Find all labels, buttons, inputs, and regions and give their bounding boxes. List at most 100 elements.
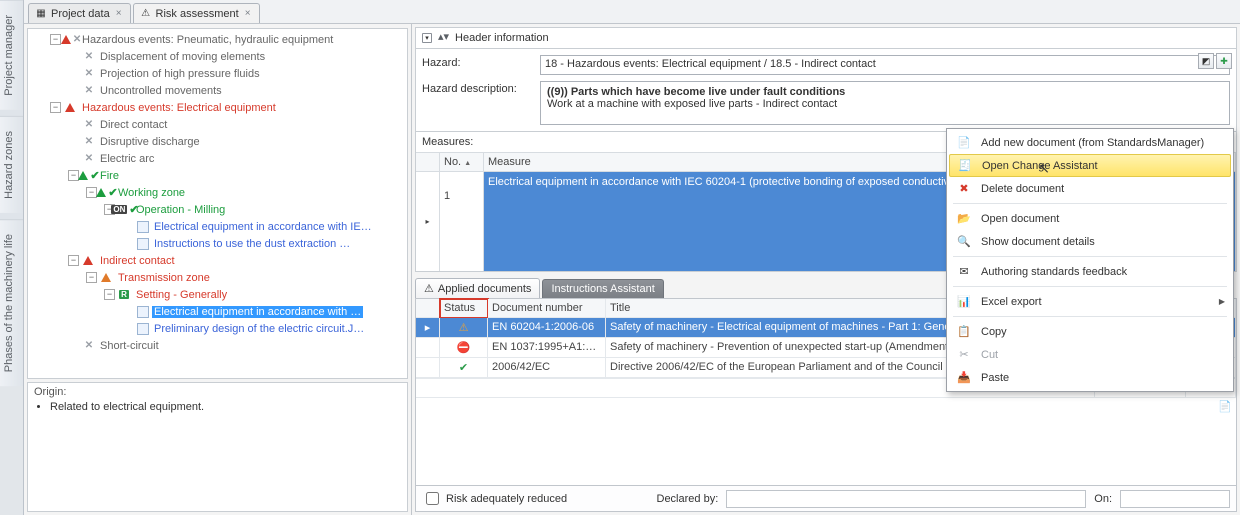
tree-group-node[interactable]: − Indirect contact: [32, 252, 405, 269]
tree-group-node[interactable]: −✔Working zone: [32, 184, 405, 201]
on-label: On:: [1094, 493, 1112, 505]
database-icon: ▦: [35, 8, 47, 20]
tree-item-node[interactable]: ✕Uncontrolled movements: [32, 82, 405, 99]
menu-item[interactable]: 📥Paste: [949, 366, 1231, 389]
tree-item-node[interactable]: ✕Projection of high pressure fluids: [32, 65, 405, 82]
header-title: Header information: [455, 32, 549, 44]
measures-rowheader: [416, 152, 440, 171]
tree-group-node[interactable]: −Hazardous events: Electrical equipment: [32, 99, 405, 116]
excel-icon: 📊: [955, 295, 973, 308]
origin-bullet: Related to electrical equipment.: [50, 401, 401, 413]
tree-doc-node[interactable]: Instructions to use the dust extraction …: [32, 235, 405, 252]
form-area: ◩ ✚ Hazard: 18 - Hazardous events: Elect…: [415, 49, 1237, 132]
cell-document-number: EN 60204-1:2006-06: [488, 318, 606, 338]
expander-icon[interactable]: −: [50, 102, 61, 113]
tree-item-node[interactable]: ✕Displacement of moving elements: [32, 48, 405, 65]
tab-instructions-assistant[interactable]: Instructions Assistant: [542, 279, 663, 298]
measures-rowhandle[interactable]: ▸: [416, 171, 440, 271]
tree-item-node[interactable]: ✕Short-circuit: [32, 337, 405, 354]
tab-project-data[interactable]: ▦ Project data ×: [28, 3, 131, 23]
on-date-input[interactable]: [1120, 490, 1230, 508]
tree-node-label: Preliminary design of the electric circu…: [152, 323, 366, 335]
expander-icon[interactable]: −: [50, 34, 61, 45]
hazard-field[interactable]: 18 - Hazardous events: Electrical equipm…: [540, 55, 1230, 75]
tree-doc-node[interactable]: Preliminary design of the electric circu…: [32, 320, 405, 337]
menu-item[interactable]: ✉Authoring standards feedback: [949, 260, 1231, 283]
expander-icon[interactable]: −: [68, 255, 79, 266]
origin-label: Origin:: [34, 386, 401, 398]
chevron-down-icon[interactable]: ▾: [422, 33, 432, 43]
hazard-description-field[interactable]: ((9)) Parts which have become live under…: [540, 81, 1230, 125]
menu-item[interactable]: 📋Copy: [949, 320, 1231, 343]
menu-item[interactable]: 🔍Show document details: [949, 230, 1231, 253]
menu-item-label: Open document: [981, 213, 1059, 225]
document-tabstrip: ▦ Project data × ⚠ Risk assessment ×: [24, 0, 1240, 24]
status-icon: ⛔: [440, 338, 488, 358]
measures-cell-no: 1: [440, 171, 484, 271]
tree-group-node[interactable]: −RSetting - Generally: [32, 286, 405, 303]
risk-reduced-input[interactable]: [426, 492, 439, 505]
tab-label: Project data: [51, 8, 110, 20]
docs-col-status[interactable]: Status: [440, 299, 488, 318]
tree-node-label: Setting - Generally: [134, 289, 229, 301]
open-icon: 📂: [955, 212, 973, 225]
tree-node-label: Instructions to use the dust extraction …: [152, 238, 352, 250]
menu-item[interactable]: 🧾Open Change Assistant: [949, 154, 1231, 177]
menu-item[interactable]: 📂 Open document: [949, 207, 1231, 230]
expander-icon[interactable]: −: [68, 170, 79, 181]
feedback-icon: ✉: [955, 265, 973, 278]
hazard-description-label: Hazard description:: [422, 81, 534, 95]
collapse-icon[interactable]: ▴▾: [438, 35, 449, 41]
tree-node-label: Operation - Milling: [134, 204, 227, 216]
declared-by-label: Declared by:: [657, 493, 719, 505]
expander-icon[interactable]: −: [86, 187, 97, 198]
cell-document-number: EN 1037:1995+A1:2008: [488, 338, 606, 358]
tree-item-node[interactable]: ✕Disruptive discharge: [32, 133, 405, 150]
hazard-tree[interactable]: −✕Hazardous events: Pneumatic, hydraulic…: [27, 28, 408, 379]
hazard-picker-button[interactable]: ◩: [1198, 53, 1214, 69]
declared-by-input[interactable]: [726, 490, 1086, 508]
tree-item-node[interactable]: ✕Direct contact: [32, 116, 405, 133]
risk-reduced-checkbox[interactable]: Risk adequately reduced: [422, 489, 567, 508]
status-icon: ✔: [440, 358, 488, 378]
tree-item-node[interactable]: ✕Electric arc: [32, 150, 405, 167]
tree-group-node[interactable]: −ON✔Operation - Milling: [32, 201, 405, 218]
expander-icon[interactable]: −: [104, 289, 115, 300]
docs-open-icon[interactable]: 📄: [1218, 400, 1232, 413]
tree-group-node[interactable]: −Transmission zone: [32, 269, 405, 286]
vertical-tab-project-manager[interactable]: Project manager: [0, 0, 23, 110]
copy-icon: 📋: [955, 325, 973, 338]
row-handle[interactable]: ▸: [416, 318, 440, 338]
hazard-description-line2: Work at a machine with exposed live part…: [547, 98, 1223, 110]
tree-doc-node[interactable]: Electrical equipment in accordance with …: [32, 218, 405, 235]
warning-icon: ⚠: [140, 8, 152, 20]
hazard-add-button[interactable]: ✚: [1216, 53, 1232, 69]
footer-bar: Risk adequately reduced Declared by: On:: [415, 486, 1237, 512]
close-icon[interactable]: ×: [243, 8, 253, 19]
tree-node-label: Displacement of moving elements: [98, 51, 267, 63]
menu-item[interactable]: 📊Excel export▶: [949, 290, 1231, 313]
tree-doc-node[interactable]: Electrical equipment in accordance with …: [32, 303, 405, 320]
row-handle[interactable]: [416, 338, 440, 358]
measures-col-no[interactable]: No. ▲: [440, 152, 484, 171]
row-handle[interactable]: [416, 358, 440, 378]
menu-item[interactable]: 📄Add new document (from StandardsManager…: [949, 131, 1231, 154]
docs-col-number[interactable]: Document number: [488, 299, 606, 318]
vertical-tab-hazard-zones[interactable]: Hazard zones: [0, 116, 23, 213]
tree-group-node[interactable]: −✔Fire: [32, 167, 405, 184]
tree-node-glyphs: [136, 322, 150, 336]
tree-node-glyphs: ✕: [82, 152, 96, 166]
close-icon[interactable]: ×: [114, 8, 124, 19]
hazard-label: Hazard:: [422, 55, 534, 69]
expander-icon[interactable]: −: [86, 272, 97, 283]
header-info-bar[interactable]: ▾ ▴▾ Header information: [415, 27, 1237, 49]
vertical-tab-phases[interactable]: Phases of the machinery life: [0, 219, 23, 386]
details-icon: 🔍: [955, 235, 973, 248]
tab-applied-documents[interactable]: ⚠ Applied documents: [415, 278, 540, 298]
tab-risk-assessment[interactable]: ⚠ Risk assessment ×: [133, 3, 260, 23]
context-menu[interactable]: 📄Add new document (from StandardsManager…: [946, 128, 1234, 392]
menu-item: ✂Cut: [949, 343, 1231, 366]
tree-node-label: Indirect contact: [98, 255, 177, 267]
menu-item[interactable]: ✖Delete document: [949, 177, 1231, 200]
tree-group-node[interactable]: −✕Hazardous events: Pneumatic, hydraulic…: [32, 31, 405, 48]
